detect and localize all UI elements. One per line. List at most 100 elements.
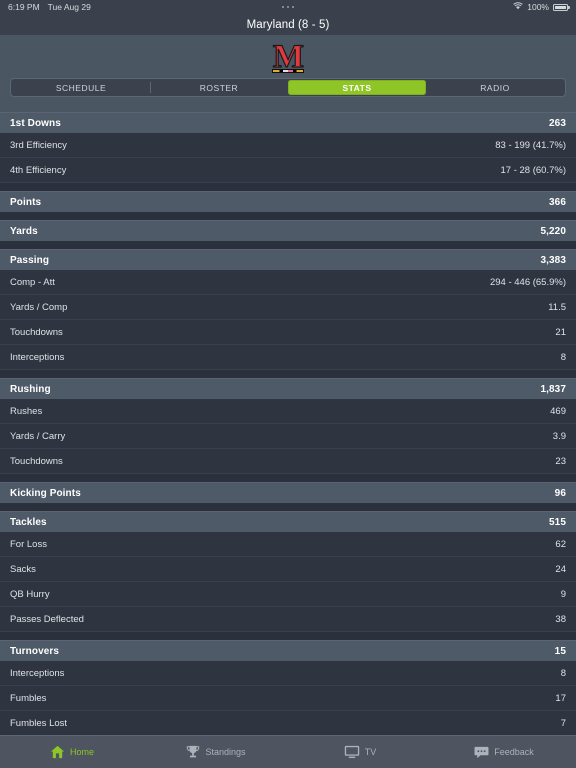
stat-row[interactable]: Passes Deflected 38 [0,607,576,632]
stat-row-value: 7 [560,717,566,729]
stat-row[interactable]: Interceptions 8 [0,345,576,370]
app-root: 6:19 PM Tue Aug 29 100% Maryland (8 - 5)… [0,0,576,768]
stat-section-header[interactable]: Tackles 515 [0,511,576,532]
stat-row-value: 11.5 [548,301,566,313]
section-gap [0,503,576,511]
tab-home[interactable]: Home [0,745,144,759]
stat-row-value: 17 - 28 (60.7%) [500,164,566,176]
stat-row[interactable]: Interceptions 8 [0,661,576,686]
segmented-control[interactable]: SCHEDULE ROSTER STATS RADIO [10,78,566,97]
stat-row-value: 24 [555,563,566,575]
segment-schedule[interactable]: SCHEDULE [12,80,150,95]
stat-row-label: Touchdowns [10,326,63,338]
stat-row[interactable]: 3rd Efficiency 83 - 199 (41.7%) [0,133,576,158]
stat-section-value: 1,837 [540,383,566,395]
stat-section-header[interactable]: 1st Downs 263 [0,112,576,133]
stat-row-label: Yards / Carry [10,430,66,442]
stat-row[interactable]: Touchdowns 23 [0,449,576,474]
section-gap [0,183,576,191]
stat-section-label: 1st Downs [10,117,61,129]
section-gap [0,370,576,378]
stat-section-value: 96 [554,487,566,499]
stat-section-header[interactable]: Turnovers 15 [0,640,576,661]
stat-section-header[interactable]: Yards 5,220 [0,220,576,241]
stat-row[interactable]: Rushes 469 [0,399,576,424]
stat-section-label: Yards [10,225,38,237]
segment-radio[interactable]: RADIO [426,80,564,95]
stat-row[interactable]: Yards / Carry 3.9 [0,424,576,449]
stat-row[interactable]: Yards / Comp 11.5 [0,295,576,320]
stat-row[interactable]: Fumbles 17 [0,686,576,711]
stat-row[interactable]: Sacks 24 [0,557,576,582]
stat-row[interactable]: Fumbles Lost 7 [0,711,576,735]
status-bar-left: 6:19 PM Tue Aug 29 [8,2,91,12]
segment-label: STATS [342,82,372,93]
stat-row-value: 23 [555,455,566,467]
wifi-icon [513,2,523,12]
stat-section-label: Passing [10,254,50,266]
stat-row-value: 62 [555,538,566,550]
stat-row-value: 9 [560,588,566,600]
nav-bar: Maryland (8 - 5) [0,14,576,35]
stat-row[interactable]: For Loss 62 [0,532,576,557]
status-time: 6:19 PM [8,2,40,12]
battery-full-icon [553,3,570,11]
segment-stats[interactable]: STATS [288,80,426,95]
section-gap [0,241,576,249]
maryland-flag-bar-icon [272,69,304,73]
stat-row-value: 469 [550,405,566,417]
section-gap [0,474,576,482]
stat-section-label: Points [10,196,42,208]
section-gap [0,632,576,640]
stat-row[interactable]: Touchdowns 21 [0,320,576,345]
stat-row-label: Fumbles [10,692,47,704]
stat-row-label: 4th Efficiency [10,164,67,176]
stat-row[interactable]: QB Hurry 9 [0,582,576,607]
stat-row-value: 21 [555,326,566,338]
stat-row-label: Touchdowns [10,455,63,467]
stat-section-value: 3,383 [540,254,566,266]
home-icon [50,745,65,759]
status-bar: 6:19 PM Tue Aug 29 100% [0,0,576,14]
tab-label: Standings [205,747,246,757]
stat-section-label: Tackles [10,516,47,528]
stats-list[interactable]: 1st Downs 263 3rd Efficiency 83 - 199 (41.7… [0,112,576,735]
segment-roster[interactable]: ROSTER [150,80,288,95]
maryland-terrapins-logo: M [266,38,310,76]
stat-row-value: 83 - 199 (41.7%) [495,139,566,151]
section-gap [0,212,576,220]
stat-row-label: Yards / Comp [10,301,68,313]
tab-label: TV [364,747,377,757]
stat-section-header[interactable]: Passing 3,383 [0,249,576,270]
tv-icon [344,745,360,759]
tab-feedback[interactable]: Feedback [432,746,576,759]
stat-section-header[interactable]: Rushing 1,837 [0,378,576,399]
trophy-icon [186,745,200,759]
stat-section-label: Rushing [10,383,51,395]
stat-row[interactable]: Comp - Att 294 - 446 (65.9%) [0,270,576,295]
segment-label: ROSTER [199,82,239,93]
stat-row-value: 8 [560,351,566,363]
stat-row-label: Sacks [10,563,36,575]
stat-row-label: Passes Deflected [10,613,84,625]
stat-section-label: Kicking Points [10,487,81,499]
tab-bar[interactable]: Home Standings TV Feedback [0,735,576,768]
tab-tv[interactable]: TV [288,745,432,759]
segment-label: SCHEDULE [55,82,107,93]
stat-row-label: Comp - Att [10,276,55,288]
stat-row-label: QB Hurry [10,588,50,600]
tab-standings[interactable]: Standings [144,745,288,759]
stat-row-label: Interceptions [10,667,65,679]
segment-label: RADIO [480,82,510,93]
stat-section-value: 366 [549,196,566,208]
stat-section-header[interactable]: Kicking Points 96 [0,482,576,503]
logo-letter: M [272,39,304,75]
stat-section-header[interactable]: Points 366 [0,191,576,212]
stat-row-label: 3rd Efficiency [10,139,67,151]
speech-bubble-icon [474,746,489,759]
page-title: Maryland (8 - 5) [246,18,330,31]
stat-row-value: 294 - 446 (65.9%) [489,276,566,288]
stat-row-label: Fumbles Lost [10,717,68,729]
three-dots-icon [281,5,295,9]
stat-row[interactable]: 4th Efficiency 17 - 28 (60.7%) [0,158,576,183]
